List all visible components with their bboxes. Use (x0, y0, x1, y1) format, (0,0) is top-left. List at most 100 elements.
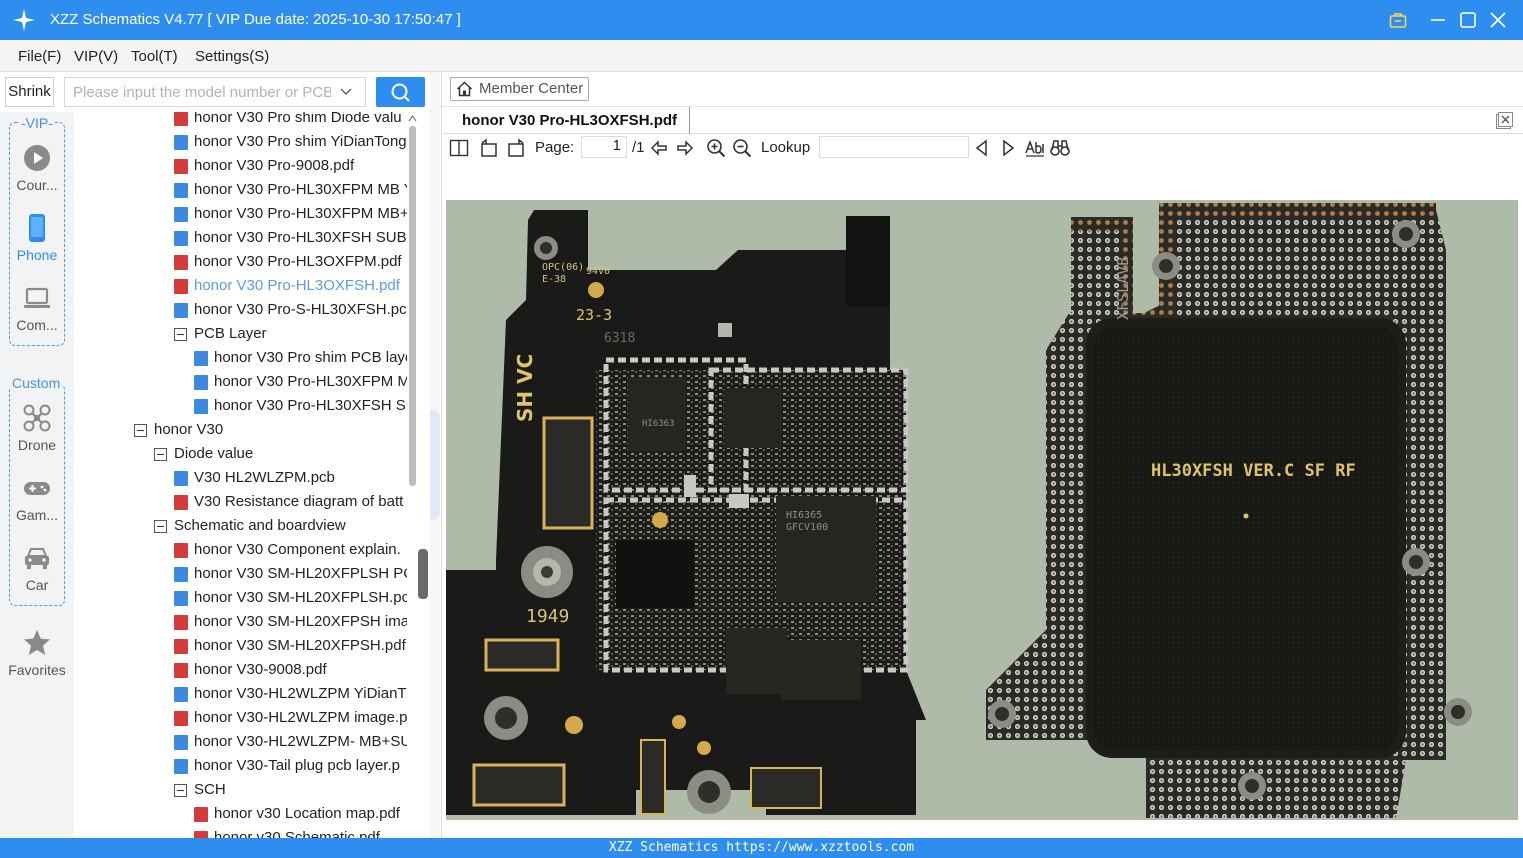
tree-file[interactable]: honor V30 Pro-HL3OXFSH.pdf (74, 274, 407, 298)
tree-file[interactable]: honor V30 SM-HL20XFPLSH.pcb (74, 586, 417, 610)
close-icon[interactable] (1488, 10, 1508, 30)
tree-file[interactable]: honor V30-9008.pdf (74, 658, 407, 682)
maximize-icon[interactable] (1458, 10, 1478, 30)
vip-group-label: -VIP- (19, 115, 55, 131)
tree-item-label: honor V30-HL2WLZPM YiDianT (194, 685, 407, 702)
pdf-file-icon (174, 112, 188, 126)
tree-item-label: honor V30 SM-HL20XFPLSH PCI (194, 565, 418, 582)
menu-vip[interactable]: VIP(V) (74, 48, 118, 66)
tree-file[interactable]: honor V30 Pro shim Diode valu (74, 112, 407, 130)
tree-file[interactable]: honor V30 Pro-HL30XFSH SUB Y (74, 226, 418, 250)
find-next-icon[interactable] (998, 138, 1018, 158)
pdf-file-icon (194, 807, 208, 822)
tree-scroll-thumb[interactable] (409, 126, 416, 486)
collapse-icon[interactable] (154, 448, 167, 461)
tree-folder[interactable]: Schematic and boardview (74, 514, 407, 538)
window-title: XZZ Schematics V4.77 [ VIP Due date: 202… (50, 11, 461, 28)
collapse-icon[interactable] (134, 424, 147, 437)
main-board-left (446, 210, 926, 815)
tree-scrollbar[interactable] (407, 112, 418, 838)
tree-file[interactable]: honor v30 Schematic.pdf (74, 826, 407, 838)
collapse-icon[interactable] (154, 520, 167, 533)
tree-file[interactable]: V30 HL2WLZPM.pcb (74, 466, 407, 490)
minimize-icon[interactable] (1428, 10, 1448, 30)
tree-file[interactable]: honor V30 SM-HL20XFPSH.pdf (74, 634, 407, 658)
prev-page-icon[interactable] (649, 138, 669, 158)
pcb-file-icon (194, 399, 208, 414)
tree-file[interactable]: honor V30 Pro-HL3OXFPM.pdf (74, 250, 407, 274)
splitter-handle[interactable] (430, 410, 440, 520)
lookup-input[interactable] (819, 136, 969, 158)
tree-file[interactable]: honor V30-HL2WLZPM image.p (74, 706, 407, 730)
tree-file[interactable]: honor V30-HL2WLZPM- MB+SU (74, 730, 411, 754)
tree-item-label: honor V30 Pro-9008.pdf (194, 157, 355, 174)
car-icon (25, 548, 49, 569)
zoom-in-icon[interactable] (706, 138, 726, 158)
pdf-file-icon (194, 831, 208, 838)
tree-folder[interactable]: PCB Layer (74, 322, 407, 346)
vip-bag-icon[interactable] (1388, 10, 1408, 30)
collapse-icon[interactable] (174, 784, 187, 797)
menu-file[interactable]: File(F) (18, 48, 61, 66)
member-center-button[interactable]: Member Center (450, 77, 589, 101)
menu-settings[interactable]: Settings(S) (195, 48, 269, 66)
chip-label-2b: GFCV100 (786, 522, 828, 533)
member-center-label: Member Center (479, 80, 584, 97)
tree-file[interactable]: honor V30 Pro shim YiDianTong (74, 130, 407, 154)
tree-scroll-thumb-2[interactable] (418, 549, 428, 599)
tree-file[interactable]: honor V30 Pro-9008.pdf (74, 154, 407, 178)
sidebar-toggle-icon[interactable] (449, 138, 469, 158)
tree-file[interactable]: honor V30 Pro-HL30XFSH SU (74, 394, 417, 418)
tree-item-label: honor V30 Pro-HL30XFSH SUB Y (194, 229, 418, 246)
tree-file[interactable]: honor V30 Pro-S-HL30XFSH.pcb (74, 298, 415, 322)
search-button[interactable] (376, 77, 425, 107)
tree-folder[interactable]: honor V30 (74, 418, 407, 442)
zoom-out-icon[interactable] (732, 138, 752, 158)
search-input[interactable] (64, 77, 366, 107)
menu-tool[interactable]: Tool(T) (131, 48, 178, 66)
rotate-right-icon[interactable] (506, 138, 526, 158)
tree-file[interactable]: honor V30 Component explain. (74, 538, 407, 562)
custom-group-label: Custom (10, 375, 63, 391)
next-page-icon[interactable] (675, 138, 695, 158)
tree-file[interactable]: V30 Resistance diagram of batt (74, 490, 407, 514)
shrink-button[interactable]: Shrink (5, 77, 54, 107)
tree-file[interactable]: honor V30 Pro-HL30XFPM MB+ (74, 202, 409, 226)
tree-folder[interactable]: Diode value (74, 442, 407, 466)
pcb-board-drawing: OPC(06) E-38 94V0 23-3 6318 SH VC 1949 H… (446, 203, 1472, 818)
tree-file[interactable]: honor V30 Pro-HL30XFPM M (74, 370, 410, 394)
match-case-icon[interactable] (1025, 138, 1045, 158)
tree-file[interactable]: honor V30-Tail plug pcb layer.p (74, 754, 407, 778)
tree-file[interactable]: honor V30 Pro shim PCB layer (74, 346, 418, 370)
collapse-icon[interactable] (174, 328, 187, 341)
gamepad-icon (24, 482, 50, 495)
binoculars-icon[interactable] (1050, 138, 1070, 158)
tree-file[interactable]: honor V30 Pro-HL30XFPM MB Y (74, 178, 414, 202)
tree-file[interactable]: honor V30 SM-HL20XFPSH ima (74, 610, 409, 634)
pcb-file-icon (174, 759, 188, 774)
tree-item-label: PCB Layer (194, 325, 267, 342)
pcb-file-icon (174, 591, 188, 606)
find-prev-icon[interactable] (972, 138, 992, 158)
board-text-xfslavb: XFSLAVB (1114, 257, 1132, 320)
rotate-left-icon[interactable] (479, 138, 499, 158)
tab-document[interactable]: honor V30 Pro-HL3OXFSH.pdf (442, 107, 690, 134)
tab-bar: honor V30 Pro-HL3OXFSH.pdf (442, 106, 1523, 134)
tree-item-label: honor V30 (154, 421, 224, 438)
close-tab-icon[interactable] (1496, 112, 1513, 129)
tree-folder[interactable]: SCH (74, 778, 407, 802)
tree-item-label: honor V30 Pro shim Diode valu (194, 112, 402, 126)
pcb-board-image[interactable]: OPC(06) E-38 94V0 23-3 6318 SH VC 1949 H… (446, 200, 1518, 820)
category-label: Drone (17, 437, 57, 453)
scroll-up-icon[interactable] (408, 114, 417, 122)
chevron-down-icon[interactable] (338, 84, 354, 100)
home-icon (456, 81, 473, 97)
pane-splitter[interactable] (418, 72, 440, 838)
tree-file[interactable]: honor V30 SM-HL20XFPLSH PCI (74, 562, 418, 586)
tree-file[interactable]: honor V30-HL2WLZPM YiDianT (74, 682, 407, 706)
category-label: Car (25, 577, 49, 593)
tree-item-label: Diode value (174, 445, 254, 462)
pdf-file-icon (174, 495, 188, 510)
tree-file[interactable]: honor v30 Location map.pdf (74, 802, 407, 826)
page-number-input[interactable]: 1 (581, 136, 627, 158)
